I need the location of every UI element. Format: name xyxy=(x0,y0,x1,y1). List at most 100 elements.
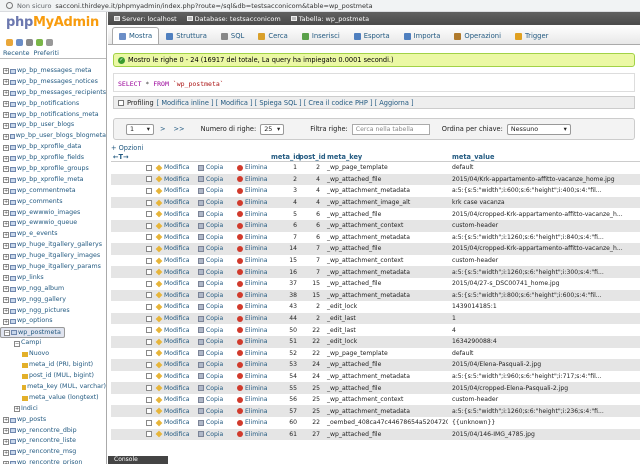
delete-button[interactable]: Elimina xyxy=(237,303,271,310)
delete-button[interactable]: Elimina xyxy=(237,408,271,415)
cell-meta-id[interactable]: 4 xyxy=(271,199,299,206)
cell-meta-value[interactable]: 1439014185:1 xyxy=(448,303,628,310)
expand-icon[interactable]: + xyxy=(3,297,9,304)
delete-button[interactable]: Elimina xyxy=(237,327,271,334)
filter-input[interactable]: Cerca nella tabella xyxy=(351,123,430,135)
cell-meta-id[interactable]: 53 xyxy=(271,361,299,368)
sidebar-table-item[interactable]: + wp_rencontre_liste xyxy=(0,436,106,447)
delete-button[interactable]: Elimina xyxy=(237,199,271,206)
expand-icon[interactable]: + xyxy=(3,210,9,217)
tab-cerca[interactable]: Cerca xyxy=(251,27,294,44)
cell-meta-key[interactable]: _wp_attachment_metadata xyxy=(323,292,448,299)
cell-meta-value[interactable]: custom-header xyxy=(448,257,628,264)
expand-icon[interactable]: + xyxy=(3,177,9,184)
cell-meta-key[interactable]: _oembed_408ca47c44678654a5204720ecfe5324 xyxy=(323,419,448,426)
phpmyadmin-logo[interactable]: phpMyAdmin xyxy=(0,12,106,38)
edit-button[interactable]: Modifica xyxy=(155,350,198,357)
cell-post-id[interactable]: 15 xyxy=(299,292,323,299)
cell-post-id[interactable]: 6 xyxy=(299,211,323,218)
cell-meta-id[interactable]: 54 xyxy=(271,373,299,380)
cell-meta-id[interactable]: 52 xyxy=(271,350,299,357)
copy-button[interactable]: Copia xyxy=(198,292,237,299)
row-checkbox[interactable] xyxy=(141,245,156,252)
copy-button[interactable]: Copia xyxy=(198,350,237,357)
copy-button[interactable]: Copia xyxy=(198,396,237,403)
row-checkbox[interactable] xyxy=(141,280,156,287)
cell-meta-value[interactable]: {{unknown}} xyxy=(448,419,628,426)
row-checkbox[interactable] xyxy=(141,303,156,310)
cell-meta-id[interactable]: 6 xyxy=(271,222,299,229)
expand-icon[interactable]: + xyxy=(3,133,9,140)
cell-meta-id[interactable]: 38 xyxy=(271,292,299,299)
cell-meta-key[interactable]: _wp_attachment_metadata xyxy=(323,373,448,380)
profiling-checkbox[interactable] xyxy=(118,99,124,106)
row-checkbox[interactable] xyxy=(141,222,156,229)
expand-icon[interactable]: + xyxy=(3,264,9,271)
cell-meta-value[interactable]: a:5:{s:5:"width";i:960;s:6:"height";i:71… xyxy=(448,373,628,380)
sidebar-column-item[interactable]: meta_key (MUL, varchar) xyxy=(0,382,106,393)
copy-button[interactable]: Copia xyxy=(198,315,237,322)
copy-button[interactable]: Copia xyxy=(198,361,237,368)
cell-meta-id[interactable]: 16 xyxy=(271,269,299,276)
sidebar-table-item[interactable]: + wp_commentmeta xyxy=(0,186,106,197)
sidebar-table-item[interactable]: + wp_rencontre_dbip xyxy=(0,426,106,437)
sidebar-table-item[interactable]: + wp_ngg_pictures xyxy=(0,306,106,317)
cell-meta-key[interactable]: _edit_lock xyxy=(323,303,448,310)
url-bar[interactable]: sacconi.thirdeye.it/phpmyadmin/index.php… xyxy=(55,2,372,10)
expand-icon[interactable]: + xyxy=(3,286,9,293)
cell-meta-id[interactable]: 50 xyxy=(271,327,299,334)
row-checkbox[interactable] xyxy=(141,350,156,357)
expand-icon[interactable]: + xyxy=(3,112,9,118)
row-checkbox[interactable] xyxy=(141,211,156,218)
copy-button[interactable]: Copia xyxy=(198,327,237,334)
tab-sql[interactable]: SQL xyxy=(214,27,251,44)
edit-button[interactable]: Modifica xyxy=(155,338,198,345)
edit-button[interactable]: Modifica xyxy=(155,419,198,426)
sidebar-table-item[interactable]: + wp_bp_notifications xyxy=(0,99,106,110)
edit-button[interactable]: Modifica xyxy=(155,176,198,183)
cell-meta-key[interactable]: _wp_attachment_metadata xyxy=(323,187,448,194)
expand-icon[interactable]: + xyxy=(3,144,9,151)
edit-button[interactable]: Modifica xyxy=(155,199,198,206)
expand-icon[interactable]: + xyxy=(3,188,9,195)
copy-button[interactable]: Copia xyxy=(198,164,237,171)
sidebar-table-item[interactable]: + wp_huge_itgallery_params xyxy=(0,262,106,273)
cell-post-id[interactable]: 25 xyxy=(299,408,323,415)
copy-button[interactable]: Copia xyxy=(198,338,237,345)
tab-recent[interactable]: Recente xyxy=(3,49,29,58)
cell-post-id[interactable]: 22 xyxy=(299,350,323,357)
delete-button[interactable]: Elimina xyxy=(237,350,271,357)
sidebar-indexes-node[interactable]: + Indici xyxy=(0,404,106,415)
sidebar-table-item[interactable]: + wp_options xyxy=(0,316,106,327)
tab-operazioni[interactable]: Operazioni xyxy=(447,27,508,44)
collapse-icon[interactable]: − xyxy=(4,329,10,336)
info-icon[interactable] xyxy=(6,2,13,9)
sidebar-column-item[interactable]: post_id (MUL, bigint) xyxy=(0,371,106,382)
edit-button[interactable]: Modifica xyxy=(155,361,198,368)
cell-post-id[interactable]: 24 xyxy=(299,361,323,368)
cell-post-id[interactable]: 7 xyxy=(299,257,323,264)
sidebar-table-item[interactable]: + wp_links xyxy=(0,273,106,284)
row-checkbox[interactable] xyxy=(141,315,156,322)
sidebar-table-item[interactable]: + wp_bp_messages_meta xyxy=(0,66,106,77)
cell-post-id[interactable]: 2 xyxy=(299,164,323,171)
order-select[interactable]: Nessuno ▾ xyxy=(506,123,571,135)
sidebar-table-item[interactable]: + wp_rencontre_prison xyxy=(0,458,106,464)
expand-icon[interactable]: + xyxy=(3,68,9,75)
cell-meta-key[interactable]: _wp_attachment_context xyxy=(323,222,448,229)
cell-meta-id[interactable]: 55 xyxy=(271,385,299,392)
cell-meta-value[interactable]: 2015/04/146-IMG_4785.jpg xyxy=(448,431,628,438)
edit-button[interactable]: Modifica xyxy=(155,303,198,310)
delete-button[interactable]: Elimina xyxy=(237,385,271,392)
collapse-icon[interactable]: − xyxy=(14,340,20,347)
cell-post-id[interactable]: 6 xyxy=(299,222,323,229)
cell-meta-value[interactable]: 2015/04/27-s_DSC00741_home.jpg xyxy=(448,280,628,287)
expand-icon[interactable]: + xyxy=(3,449,9,456)
delete-button[interactable]: Elimina xyxy=(237,269,271,276)
copy-button[interactable]: Copia xyxy=(198,176,237,183)
sidebar-table-item[interactable]: + wp_bp_xprofile_meta xyxy=(0,175,106,186)
cell-meta-value[interactable]: default xyxy=(448,350,628,357)
sidebar-table-item[interactable]: + wp_bp_user_blogs_blogmeta xyxy=(0,131,106,142)
row-checkbox[interactable] xyxy=(141,396,156,403)
expand-icon[interactable]: + xyxy=(14,406,20,413)
